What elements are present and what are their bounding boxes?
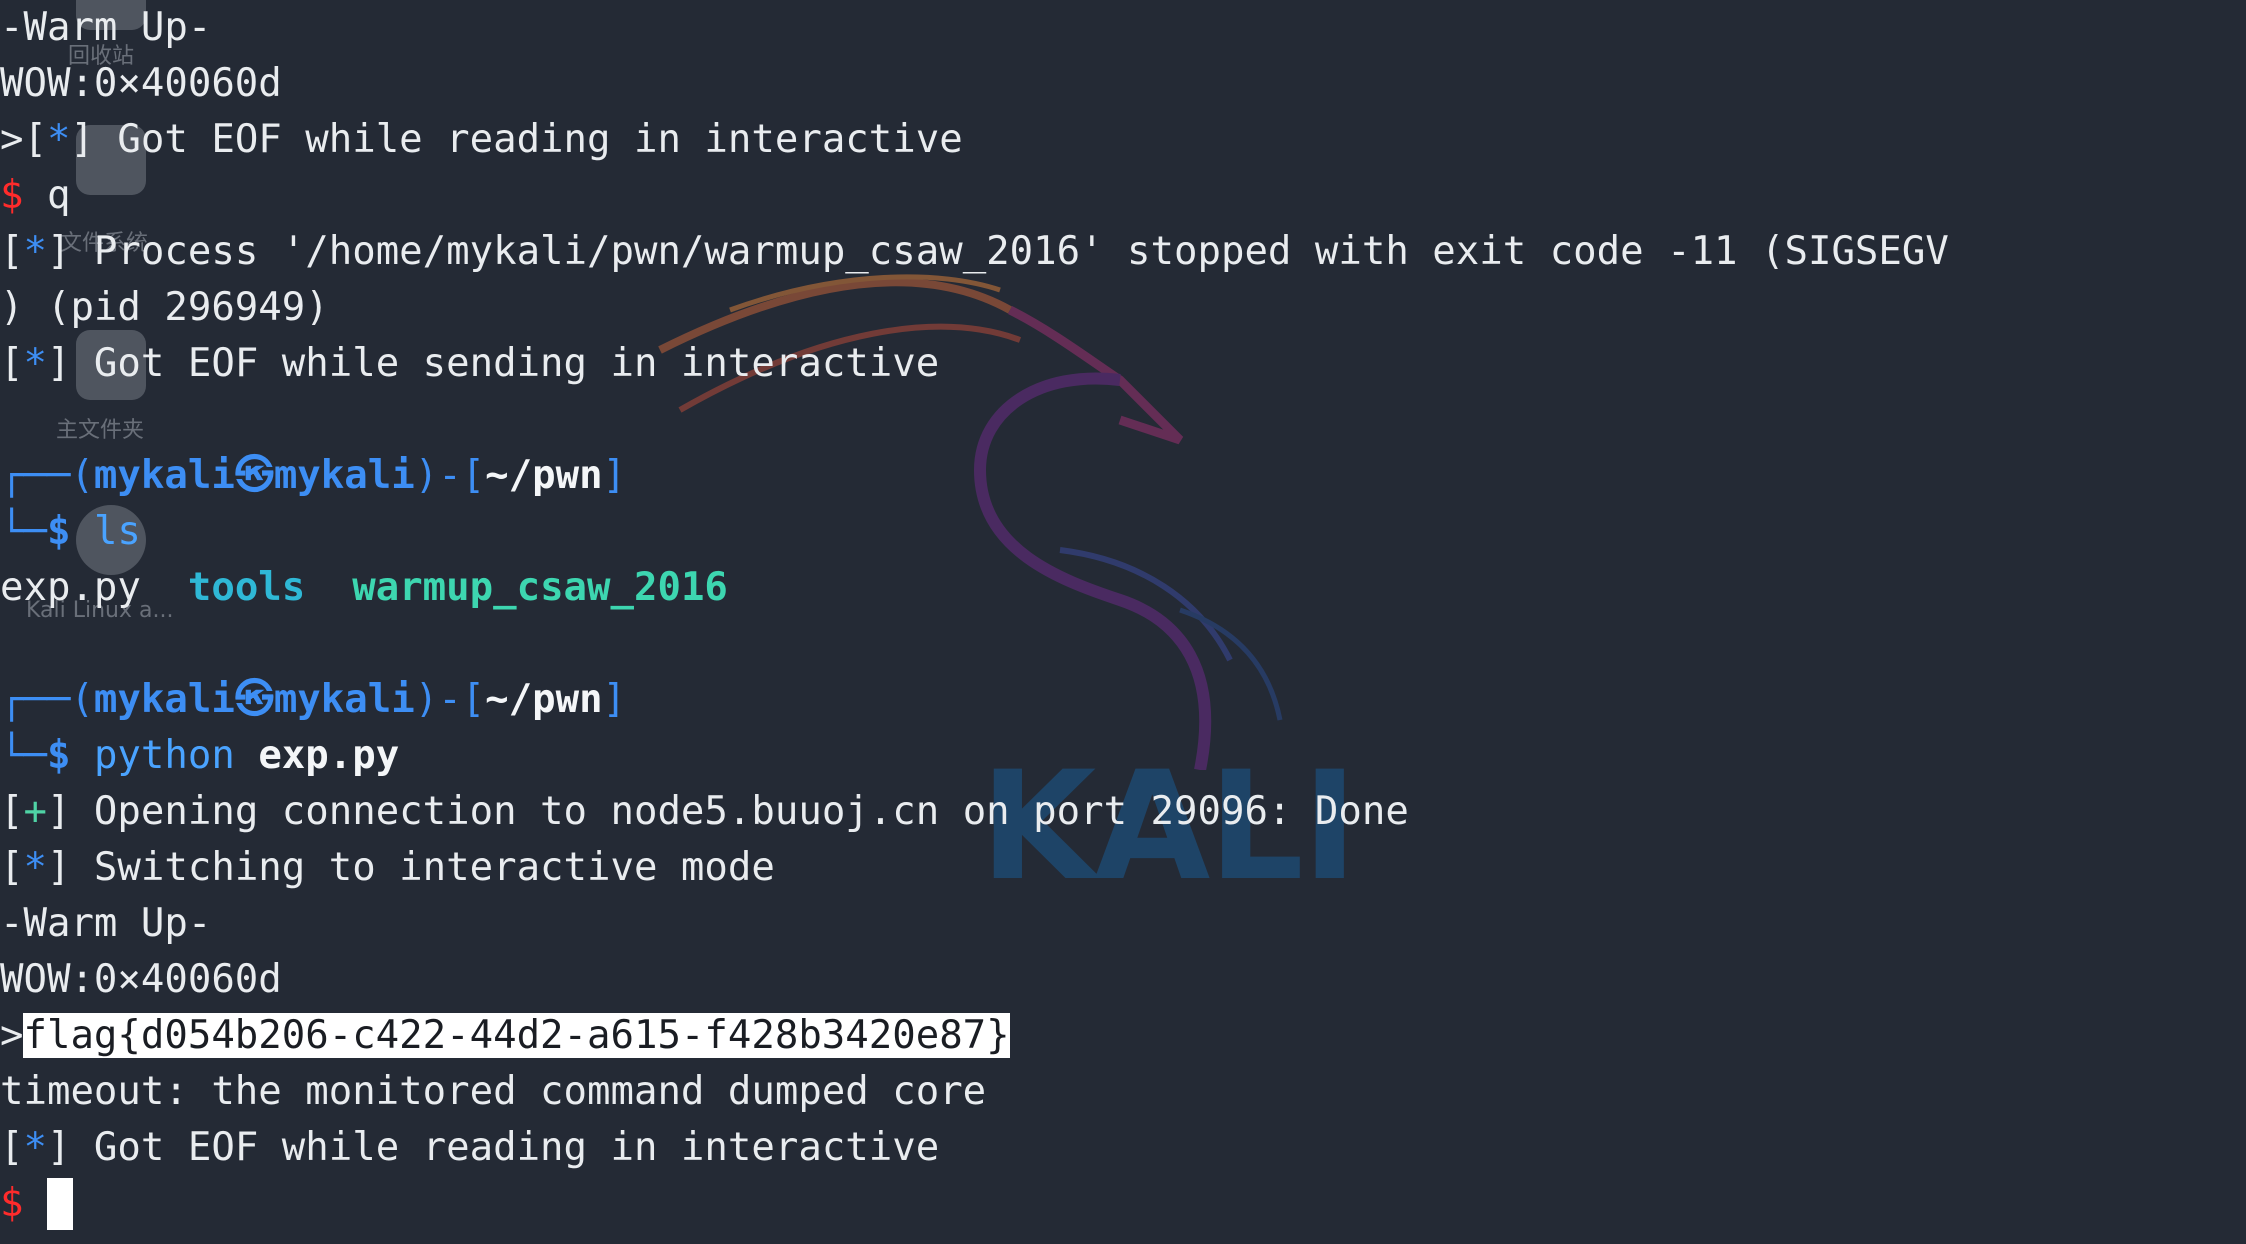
output-text: Switching to interactive mode (70, 845, 775, 890)
output-line: ) (pid 296949) (0, 285, 329, 330)
output-text: ] (46, 845, 71, 890)
output-text: Opening connection to node5.buuoj.cn on … (70, 789, 1409, 834)
output-text: ] (46, 1125, 71, 1170)
output-text: [ (0, 229, 24, 274)
output-text: [ (0, 1125, 24, 1170)
output-text: q (23, 173, 71, 218)
prompt-header: ┌──(mykali㉿mykali)-[~/pwn] (0, 674, 626, 726)
prompt-at: ㉿ (234, 453, 274, 498)
prompt-command: └─$ ls (0, 506, 141, 558)
output-text: Got EOF while sending in interactive (70, 341, 940, 386)
output-line: >[*] Got EOF while reading in interactiv… (0, 114, 963, 166)
prompt-host: mykali (273, 677, 415, 722)
prompt-box: ┌──( (0, 453, 94, 498)
prompt-dir: ~/pwn (485, 453, 603, 498)
output-line: [+] Opening connection to node5.buuoj.cn… (0, 786, 1409, 838)
prompt-dir: ~/pwn (485, 677, 603, 722)
status-star: * (23, 1125, 47, 1170)
text-cursor[interactable] (46, 1178, 73, 1230)
shell-prompt-dollar: $ (0, 1181, 24, 1226)
output-text: [ (0, 789, 24, 834)
output-text: ] (70, 117, 94, 162)
output-line: -Warm Up- (0, 901, 212, 946)
terminal-window[interactable]: KALI 回收站 文件系统 主文件夹 Kali Linux a... -Warm… (0, 0, 2246, 1244)
prompt-user: mykali (93, 453, 235, 498)
input-line[interactable]: $ (0, 1178, 73, 1230)
output-line: -Warm Up- (0, 5, 212, 50)
prompt-box: ] (602, 453, 627, 498)
output-text: [ (0, 845, 24, 890)
flag-selection[interactable]: flag{d054b206-c422-44d2-a615-f428b3420e8… (23, 1013, 1010, 1058)
prompt-command: └─$ python exp.py (0, 730, 399, 782)
command-text: python (93, 733, 235, 778)
prompt-header: ┌──(mykali㉿mykali)-[~/pwn] (0, 450, 626, 502)
prompt-box: )-[ (414, 453, 486, 498)
shell-prompt-dollar: $ (46, 509, 71, 554)
status-plus: + (23, 789, 47, 834)
output-text: Got EOF while reading in interactive (70, 1125, 940, 1170)
prompt-box: ┌──( (0, 677, 94, 722)
ls-output: exp.py tools warmup_csaw_2016 (0, 562, 728, 614)
prompt-box: └─ (0, 509, 47, 554)
output-text: ] (46, 789, 71, 834)
status-star: * (46, 117, 71, 162)
status-star: * (23, 845, 47, 890)
shell-prompt-dollar: $ (46, 733, 71, 778)
output-text: Got EOF while reading in interactive (93, 117, 963, 162)
kali-dragon-logo (658, 274, 1283, 770)
prompt-at: ㉿ (234, 677, 274, 722)
output-line: [*] Got EOF while sending in interactive (0, 338, 939, 390)
output-line: WOW:0×40060d (0, 61, 282, 106)
prompt-box: )-[ (414, 677, 486, 722)
prompt-box: └─ (0, 733, 47, 778)
output-line: [*] Switching to interactive mode (0, 842, 775, 894)
output-text: [ (0, 341, 24, 386)
prompt-box: ] (602, 677, 627, 722)
output-text: Process '/home/mykali/pwn/warmup_csaw_20… (70, 229, 1949, 274)
output-line: [*] Got EOF while reading in interactive (0, 1122, 939, 1174)
ls-directory: tools (187, 565, 306, 610)
desktop-icon-label: 主文件夹 (56, 418, 145, 443)
command-arg: exp.py (258, 733, 400, 778)
shell-prompt-dollar: $ (0, 173, 24, 218)
output-text: > (0, 1013, 24, 1058)
output-text: >[ (0, 117, 47, 162)
output-line: WOW:0×40060d (0, 957, 282, 1002)
output-line: [*] Process '/home/mykali/pwn/warmup_csa… (0, 226, 1949, 278)
ls-executable: warmup_csaw_2016 (352, 565, 728, 610)
output-text: ] (46, 341, 71, 386)
output-line: >flag{d054b206-c422-44d2-a615-f428b3420e… (0, 1010, 1010, 1062)
output-line: $ q (0, 170, 70, 222)
status-star: * (23, 341, 47, 386)
ls-file: exp.py (0, 565, 141, 610)
output-text: ] (46, 229, 71, 274)
status-star: * (23, 229, 47, 274)
prompt-user: mykali (93, 677, 235, 722)
command-text: ls (93, 509, 141, 554)
prompt-host: mykali (273, 453, 415, 498)
output-line: timeout: the monitored command dumped co… (0, 1069, 987, 1114)
